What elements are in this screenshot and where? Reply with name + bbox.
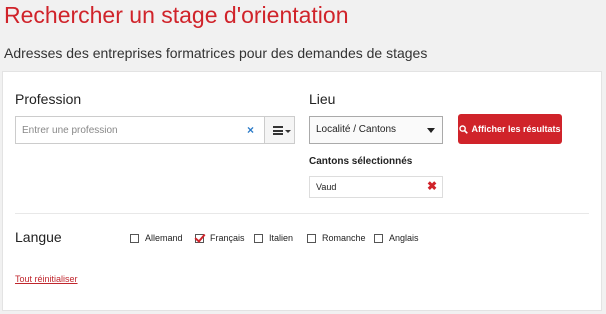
lang-option-anglais[interactable]: Anglais [374, 232, 419, 244]
lang-label-francais: Français [210, 233, 245, 243]
lieu-label: Lieu [309, 91, 336, 107]
canton-chip: Vaud [309, 176, 443, 198]
clear-icon[interactable]: × [247, 123, 254, 137]
search-icon [459, 124, 469, 134]
lieu-select[interactable]: Localité / Cantons [309, 116, 443, 144]
checkbox-francais[interactable] [195, 233, 204, 243]
langue-label: Langue [15, 229, 62, 245]
lang-option-francais[interactable]: Français [195, 232, 245, 244]
lieu-select-value: Localité / Cantons [316, 124, 397, 135]
lang-label-italien: Italien [269, 233, 294, 243]
lang-label-allemand: Allemand [145, 233, 183, 243]
page-subtitle: Adresses des entreprises formatrices pou… [4, 45, 428, 61]
list-icon [273, 126, 283, 135]
show-results-button[interactable]: Afficher les résultats [458, 114, 562, 144]
page-title: Rechercher un stage d'orientation [4, 2, 349, 28]
search-panel: Profession × Lieu Localité / Cantons Aff… [2, 71, 602, 311]
show-results-label: Afficher les résultats [471, 124, 561, 134]
caret-down-icon [285, 130, 291, 133]
lang-label-anglais: Anglais [389, 233, 419, 243]
checkbox-romanche[interactable] [307, 233, 316, 243]
selected-cantons-heading: Cantons sélectionnés [309, 156, 413, 167]
dropdown-arrow-icon [427, 128, 435, 133]
profession-list-button[interactable] [265, 116, 295, 144]
checkbox-italien[interactable] [254, 233, 263, 243]
lang-option-allemand[interactable]: Allemand [130, 232, 183, 244]
lang-option-italien[interactable]: Italien [254, 232, 293, 244]
checkbox-anglais[interactable] [374, 233, 383, 243]
lang-label-romanche: Romanche [322, 233, 366, 243]
profession-label: Profession [15, 91, 82, 107]
profession-input[interactable] [15, 116, 265, 144]
canton-chip-label: Vaud [316, 182, 337, 192]
reset-all-link[interactable]: Tout réinitialiser [15, 274, 78, 284]
remove-canton-icon[interactable]: ✖ [427, 180, 437, 192]
divider [15, 213, 589, 214]
lang-option-romanche[interactable]: Romanche [307, 232, 366, 244]
checkbox-allemand[interactable] [130, 233, 139, 243]
